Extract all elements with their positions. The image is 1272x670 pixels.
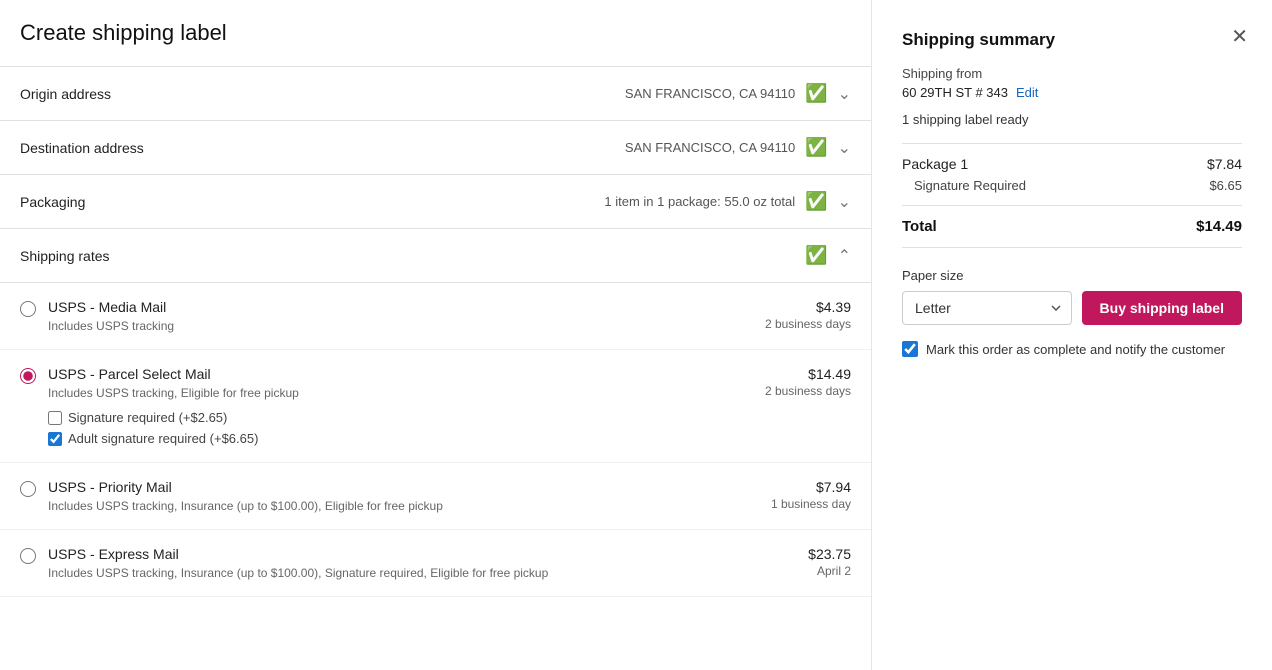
notify-label: Mark this order as complete and notify t… <box>926 342 1225 357</box>
total-price: $14.49 <box>1196 218 1242 235</box>
summary-divider-1 <box>902 143 1242 144</box>
signature-label-summary: Signature Required <box>914 178 1026 193</box>
packaging-chevron-icon: ⌄ <box>838 192 851 212</box>
labels-ready: 1 shipping label ready <box>902 112 1242 127</box>
rate-radio-parcel-select[interactable] <box>20 368 36 384</box>
packaging-right: 1 item in 1 package: 55.0 oz total ✅ ⌄ <box>604 191 851 212</box>
package-label: Package 1 <box>902 156 968 172</box>
packaging-check-icon: ✅ <box>805 191 827 212</box>
shipping-rates-header[interactable]: Shipping rates ✅ ⌃ <box>0 229 871 283</box>
close-button[interactable]: ✕ <box>1227 20 1252 53</box>
destination-chevron-icon: ⌄ <box>838 138 851 158</box>
signature-label: Signature required (+$2.65) <box>68 410 227 425</box>
summary-address: 60 29TH ST # 343 <box>902 85 1008 100</box>
rate-option-signature: Signature required (+$2.65) <box>48 410 299 425</box>
rate-right-priority-mail: $7.94 1 business day <box>771 479 851 511</box>
package-row: Package 1 $7.84 <box>902 156 1242 172</box>
rate-desc-media-mail: Includes USPS tracking <box>48 319 174 333</box>
signature-price-summary: $6.65 <box>1209 178 1242 193</box>
rate-name-express-mail: USPS - Express Mail <box>48 546 548 562</box>
shipping-rates-check-icon: ✅ <box>805 245 827 266</box>
total-row: Total $14.49 <box>902 218 1242 235</box>
rate-item-express-mail: USPS - Express Mail Includes USPS tracki… <box>0 530 871 597</box>
rate-right-media-mail: $4.39 2 business days <box>765 299 851 331</box>
shipping-rates-section: Shipping rates ✅ ⌃ USPS - Media Mail Inc… <box>0 228 871 597</box>
rate-desc-express-mail: Includes USPS tracking, Insurance (up to… <box>48 566 548 580</box>
notify-row: Mark this order as complete and notify t… <box>902 341 1242 357</box>
rate-right-parcel-select: $14.49 2 business days <box>765 366 851 398</box>
rate-radio-priority-mail[interactable] <box>20 481 36 497</box>
adult-signature-label: Adult signature required (+$6.65) <box>68 431 258 446</box>
paper-size-section: Paper size Letter 4x6 Buy shipping label <box>902 268 1242 325</box>
destination-address-label: Destination address <box>20 140 200 156</box>
destination-address-right: SAN FRANCISCO, CA 94110 ✅ ⌄ <box>625 137 851 158</box>
rate-desc-priority-mail: Includes USPS tracking, Insurance (up to… <box>48 499 443 513</box>
rate-name-media-mail: USPS - Media Mail <box>48 299 174 315</box>
summary-from-label: Shipping from <box>902 66 1242 81</box>
rate-name-priority-mail: USPS - Priority Mail <box>48 479 443 495</box>
rate-item-parcel-select: USPS - Parcel Select Mail Includes USPS … <box>0 350 871 463</box>
rate-item-media-mail: USPS - Media Mail Includes USPS tracking… <box>0 283 871 350</box>
right-panel: ✕ Shipping summary Shipping from 60 29TH… <box>872 0 1272 670</box>
packaging-row[interactable]: Packaging 1 item in 1 package: 55.0 oz t… <box>0 174 871 228</box>
origin-check-icon: ✅ <box>805 83 827 104</box>
rate-delivery-parcel-select: 2 business days <box>765 384 851 398</box>
packaging-label: Packaging <box>20 194 200 210</box>
total-label: Total <box>902 218 937 235</box>
paper-size-select[interactable]: Letter 4x6 <box>902 291 1072 325</box>
rates-list: USPS - Media Mail Includes USPS tracking… <box>0 283 871 597</box>
summary-divider-3 <box>902 247 1242 248</box>
paper-size-label: Paper size <box>902 268 1242 283</box>
origin-address-label: Origin address <box>20 86 200 102</box>
summary-address-row: 60 29TH ST # 343 Edit <box>902 85 1242 100</box>
notify-checkbox[interactable] <box>902 341 918 357</box>
origin-address-row[interactable]: Origin address SAN FRANCISCO, CA 94110 ✅… <box>0 66 871 120</box>
origin-address-right: SAN FRANCISCO, CA 94110 ✅ ⌄ <box>625 83 851 104</box>
rate-info-parcel-select: USPS - Parcel Select Mail Includes USPS … <box>48 366 299 446</box>
rate-left-parcel-select: USPS - Parcel Select Mail Includes USPS … <box>20 366 299 446</box>
rate-left-express-mail: USPS - Express Mail Includes USPS tracki… <box>20 546 548 580</box>
buy-shipping-label-button[interactable]: Buy shipping label <box>1082 291 1242 325</box>
rate-price-express-mail: $23.75 <box>808 546 851 562</box>
package-price: $7.84 <box>1207 156 1242 172</box>
rate-info-priority-mail: USPS - Priority Mail Includes USPS track… <box>48 479 443 513</box>
rate-radio-media-mail[interactable] <box>20 301 36 317</box>
rate-right-express-mail: $23.75 April 2 <box>808 546 851 578</box>
signature-checkbox[interactable] <box>48 411 62 425</box>
shipping-rates-chevron-icon: ⌃ <box>838 246 851 266</box>
shipping-rates-right: ✅ ⌃ <box>805 245 851 266</box>
adult-signature-checkbox[interactable] <box>48 432 62 446</box>
paper-size-row: Letter 4x6 Buy shipping label <box>902 291 1242 325</box>
packaging-value: 1 item in 1 package: 55.0 oz total <box>604 194 795 209</box>
rate-left-media-mail: USPS - Media Mail Includes USPS tracking <box>20 299 174 333</box>
rate-option-adult-signature: Adult signature required (+$6.65) <box>48 431 299 446</box>
rate-delivery-media-mail: 2 business days <box>765 317 851 331</box>
summary-divider-2 <box>902 205 1242 206</box>
origin-chevron-icon: ⌄ <box>838 84 851 104</box>
shipping-rates-label: Shipping rates <box>20 248 200 264</box>
summary-title: Shipping summary <box>902 30 1242 50</box>
origin-address-value: SAN FRANCISCO, CA 94110 <box>625 86 795 101</box>
signature-row: Signature Required $6.65 <box>902 178 1242 193</box>
rate-name-parcel-select: USPS - Parcel Select Mail <box>48 366 299 382</box>
destination-check-icon: ✅ <box>805 137 827 158</box>
rate-item-priority-mail: USPS - Priority Mail Includes USPS track… <box>0 463 871 530</box>
rate-price-parcel-select: $14.49 <box>765 366 851 382</box>
rate-price-media-mail: $4.39 <box>765 299 851 315</box>
rate-left-priority-mail: USPS - Priority Mail Includes USPS track… <box>20 479 443 513</box>
rate-options-parcel-select: Signature required (+$2.65) Adult signat… <box>48 410 299 446</box>
page-title: Create shipping label <box>20 20 227 46</box>
rate-info-media-mail: USPS - Media Mail Includes USPS tracking <box>48 299 174 333</box>
rate-price-priority-mail: $7.94 <box>771 479 851 495</box>
rate-desc-parcel-select: Includes USPS tracking, Eligible for fre… <box>48 386 299 400</box>
rate-info-express-mail: USPS - Express Mail Includes USPS tracki… <box>48 546 548 580</box>
destination-address-value: SAN FRANCISCO, CA 94110 <box>625 140 795 155</box>
rate-radio-express-mail[interactable] <box>20 548 36 564</box>
rate-delivery-priority-mail: 1 business day <box>771 497 851 511</box>
edit-address-button[interactable]: Edit <box>1016 85 1038 100</box>
rate-delivery-express-mail: April 2 <box>808 564 851 578</box>
destination-address-row[interactable]: Destination address SAN FRANCISCO, CA 94… <box>0 120 871 174</box>
